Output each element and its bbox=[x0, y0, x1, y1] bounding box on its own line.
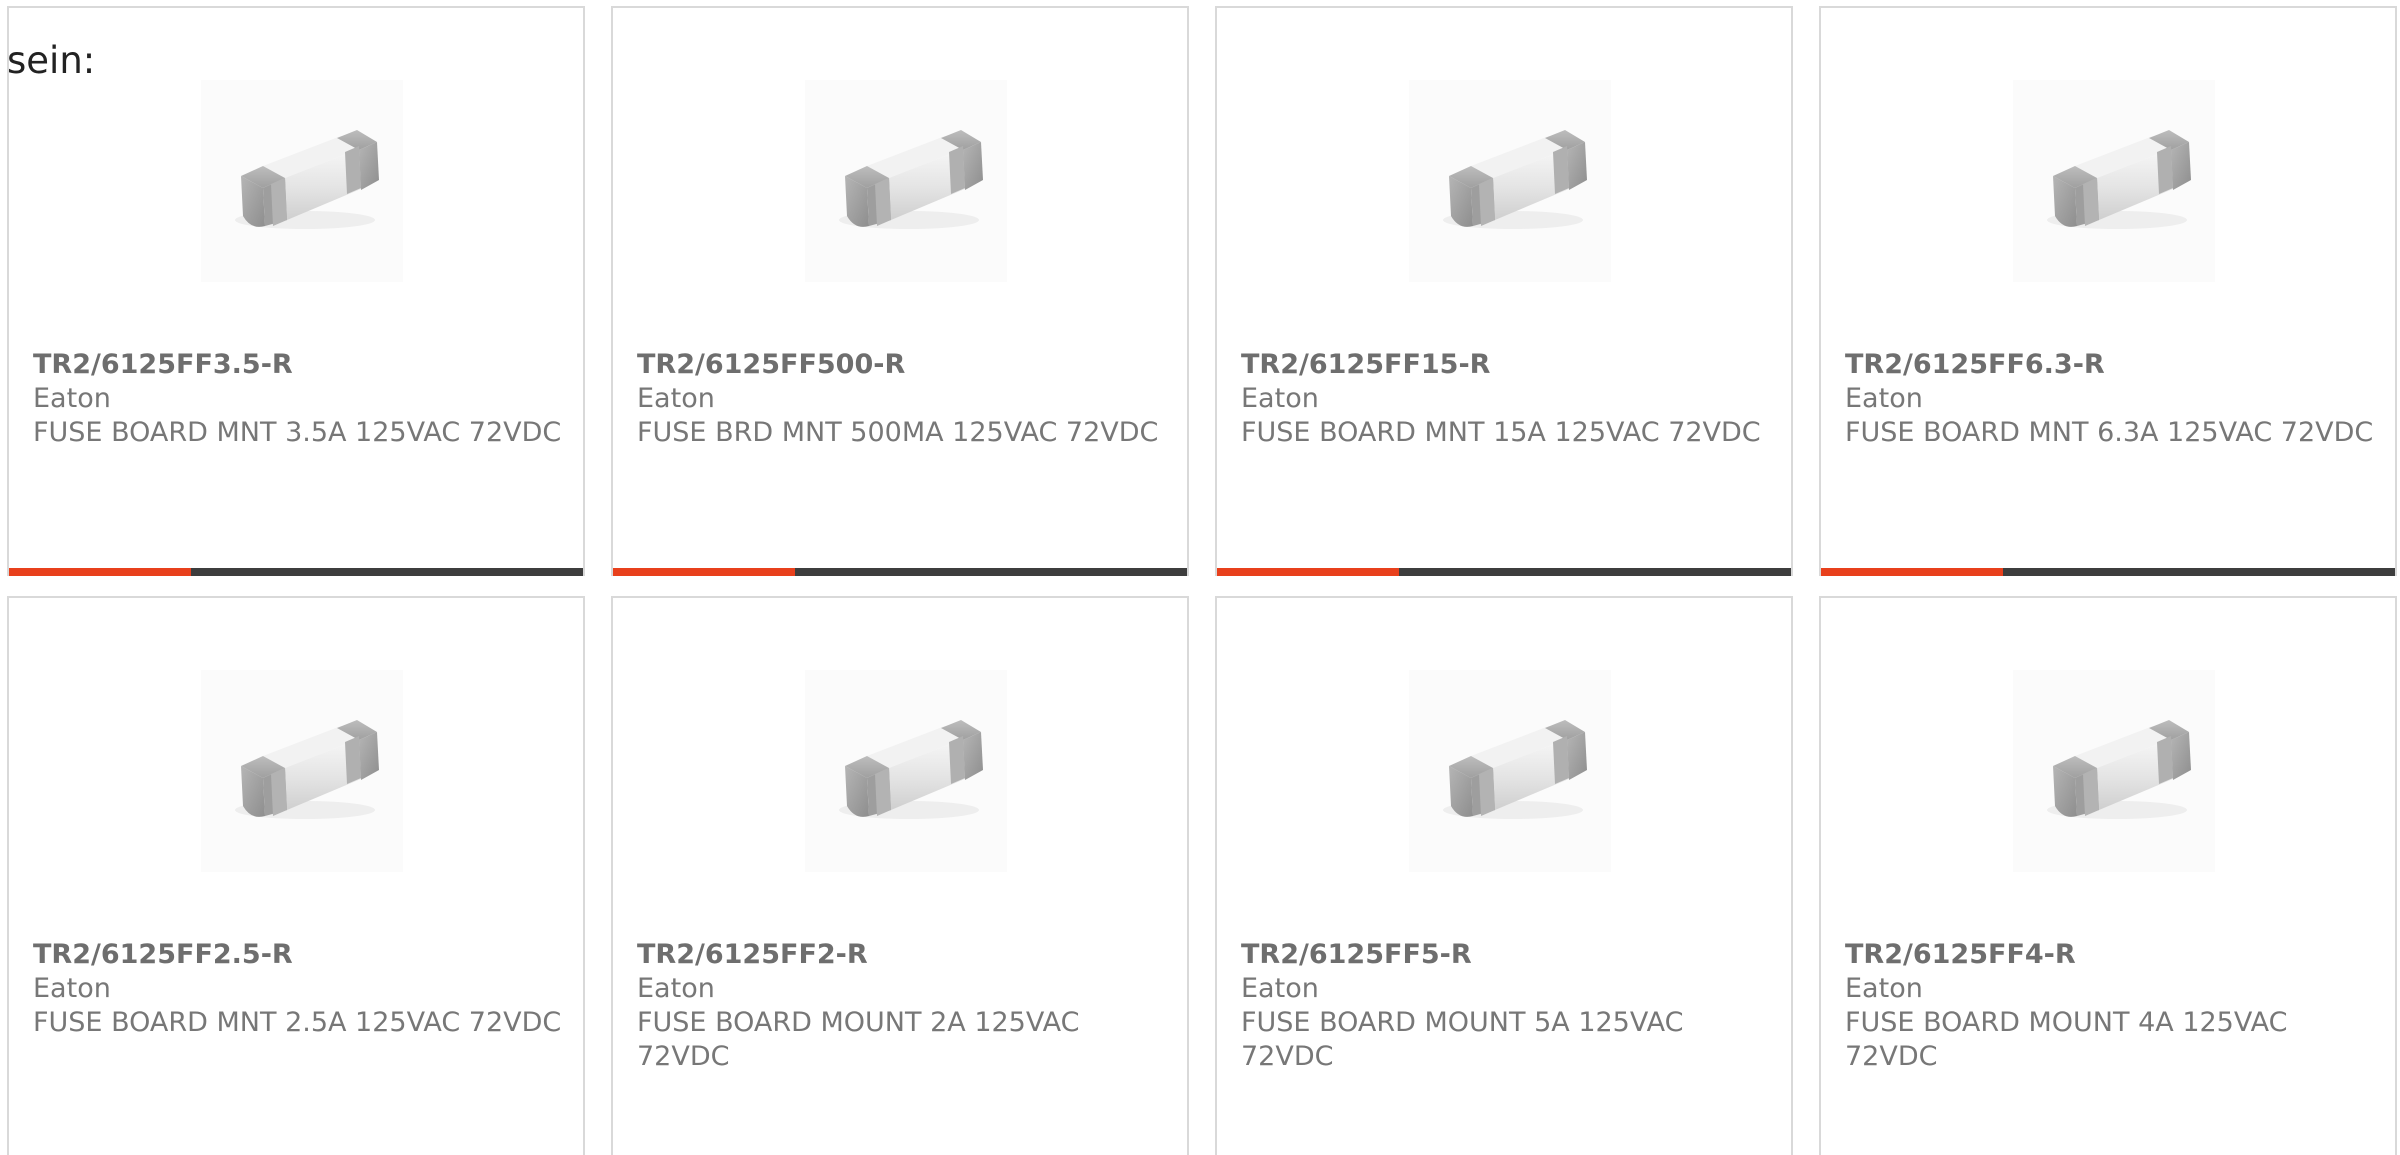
card-bottom-bar bbox=[1217, 568, 1791, 576]
smd-fuse-image[interactable] bbox=[805, 80, 1007, 282]
card-accent-bar bbox=[9, 568, 191, 576]
product-card[interactable]: TR2/6125FF500-R Eaton FUSE BRD MNT 500MA… bbox=[611, 6, 1189, 576]
product-description: FUSE BOARD MOUNT 2A 125VAC 72VDC bbox=[637, 1007, 1080, 1072]
manufacturer-label: Eaton bbox=[1845, 973, 1923, 1004]
product-card[interactable]: TR2/6125FF2.5-R Eaton FUSE BOARD MNT 2.5… bbox=[7, 596, 585, 1155]
product-description: FUSE BOARD MNT 15A 125VAC 72VDC bbox=[1241, 417, 1761, 448]
product-description: FUSE BOARD MNT 3.5A 125VAC 72VDC bbox=[33, 417, 562, 448]
product-info: TR2/6125FF3.5-R Eaton FUSE BOARD MNT 3.5… bbox=[33, 348, 567, 450]
smd-fuse-image[interactable] bbox=[1409, 80, 1611, 282]
manufacturer-label: Eaton bbox=[33, 383, 111, 414]
card-accent-bar bbox=[1821, 568, 2003, 576]
product-info: TR2/6125FF2-R Eaton FUSE BOARD MOUNT 2A … bbox=[637, 938, 1171, 1074]
product-description: FUSE BOARD MNT 6.3A 125VAC 72VDC bbox=[1845, 417, 2374, 448]
card-bottom-bar bbox=[1821, 568, 2395, 576]
manufacturer-label: Eaton bbox=[1845, 383, 1923, 414]
manufacturer-label: Eaton bbox=[33, 973, 111, 1004]
product-description: FUSE BRD MNT 500MA 125VAC 72VDC bbox=[637, 417, 1159, 448]
product-card[interactable]: TR2/6125FF15-R Eaton FUSE BOARD MNT 15A … bbox=[1215, 6, 1793, 576]
product-description: FUSE BOARD MNT 2.5A 125VAC 72VDC bbox=[33, 1007, 562, 1038]
product-description: FUSE BOARD MOUNT 5A 125VAC 72VDC bbox=[1241, 1007, 1684, 1072]
product-card[interactable]: TR2/6125FF5-R Eaton FUSE BOARD MOUNT 5A … bbox=[1215, 596, 1793, 1155]
product-info: TR2/6125FF6.3-R Eaton FUSE BOARD MNT 6.3… bbox=[1845, 348, 2379, 450]
product-card[interactable]: TR2/6125FF6.3-R Eaton FUSE BOARD MNT 6.3… bbox=[1819, 6, 2397, 576]
manufacturer-label: Eaton bbox=[637, 973, 715, 1004]
manufacturer-label: Eaton bbox=[1241, 383, 1319, 414]
product-card[interactable]: TR2/6125FF3.5-R Eaton FUSE BOARD MNT 3.5… bbox=[7, 6, 585, 576]
part-number-link[interactable]: TR2/6125FF500-R bbox=[637, 348, 1171, 382]
product-info: TR2/6125FF500-R Eaton FUSE BRD MNT 500MA… bbox=[637, 348, 1171, 450]
product-info: TR2/6125FF2.5-R Eaton FUSE BOARD MNT 2.5… bbox=[33, 938, 567, 1040]
card-bottom-bar bbox=[9, 568, 583, 576]
smd-fuse-image[interactable] bbox=[201, 80, 403, 282]
product-grid-page: sein: TR2/6125FF3.5-R Eaton FUSE BOARD M… bbox=[0, 0, 2400, 1155]
product-info: TR2/6125FF4-R Eaton FUSE BOARD MOUNT 4A … bbox=[1845, 938, 2379, 1074]
part-number-link[interactable]: TR2/6125FF5-R bbox=[1241, 938, 1775, 972]
product-description: FUSE BOARD MOUNT 4A 125VAC 72VDC bbox=[1845, 1007, 2288, 1072]
product-info: TR2/6125FF5-R Eaton FUSE BOARD MOUNT 5A … bbox=[1241, 938, 1775, 1074]
part-number-link[interactable]: TR2/6125FF15-R bbox=[1241, 348, 1775, 382]
manufacturer-label: Eaton bbox=[1241, 973, 1319, 1004]
product-card[interactable]: TR2/6125FF2-R Eaton FUSE BOARD MOUNT 2A … bbox=[611, 596, 1189, 1155]
smd-fuse-image[interactable] bbox=[1409, 670, 1611, 872]
part-number-link[interactable]: TR2/6125FF3.5-R bbox=[33, 348, 567, 382]
smd-fuse-image[interactable] bbox=[805, 670, 1007, 872]
product-card[interactable]: TR2/6125FF4-R Eaton FUSE BOARD MOUNT 4A … bbox=[1819, 596, 2397, 1155]
part-number-link[interactable]: TR2/6125FF2-R bbox=[637, 938, 1171, 972]
product-info: TR2/6125FF15-R Eaton FUSE BOARD MNT 15A … bbox=[1241, 348, 1775, 450]
part-number-link[interactable]: TR2/6125FF4-R bbox=[1845, 938, 2379, 972]
part-number-link[interactable]: TR2/6125FF2.5-R bbox=[33, 938, 567, 972]
smd-fuse-image[interactable] bbox=[2013, 670, 2215, 872]
smd-fuse-image[interactable] bbox=[201, 670, 403, 872]
card-accent-bar bbox=[613, 568, 795, 576]
smd-fuse-image[interactable] bbox=[2013, 80, 2215, 282]
card-bottom-bar bbox=[613, 568, 1187, 576]
intro-text: sein: bbox=[7, 39, 96, 82]
part-number-link[interactable]: TR2/6125FF6.3-R bbox=[1845, 348, 2379, 382]
manufacturer-label: Eaton bbox=[637, 383, 715, 414]
card-accent-bar bbox=[1217, 568, 1399, 576]
